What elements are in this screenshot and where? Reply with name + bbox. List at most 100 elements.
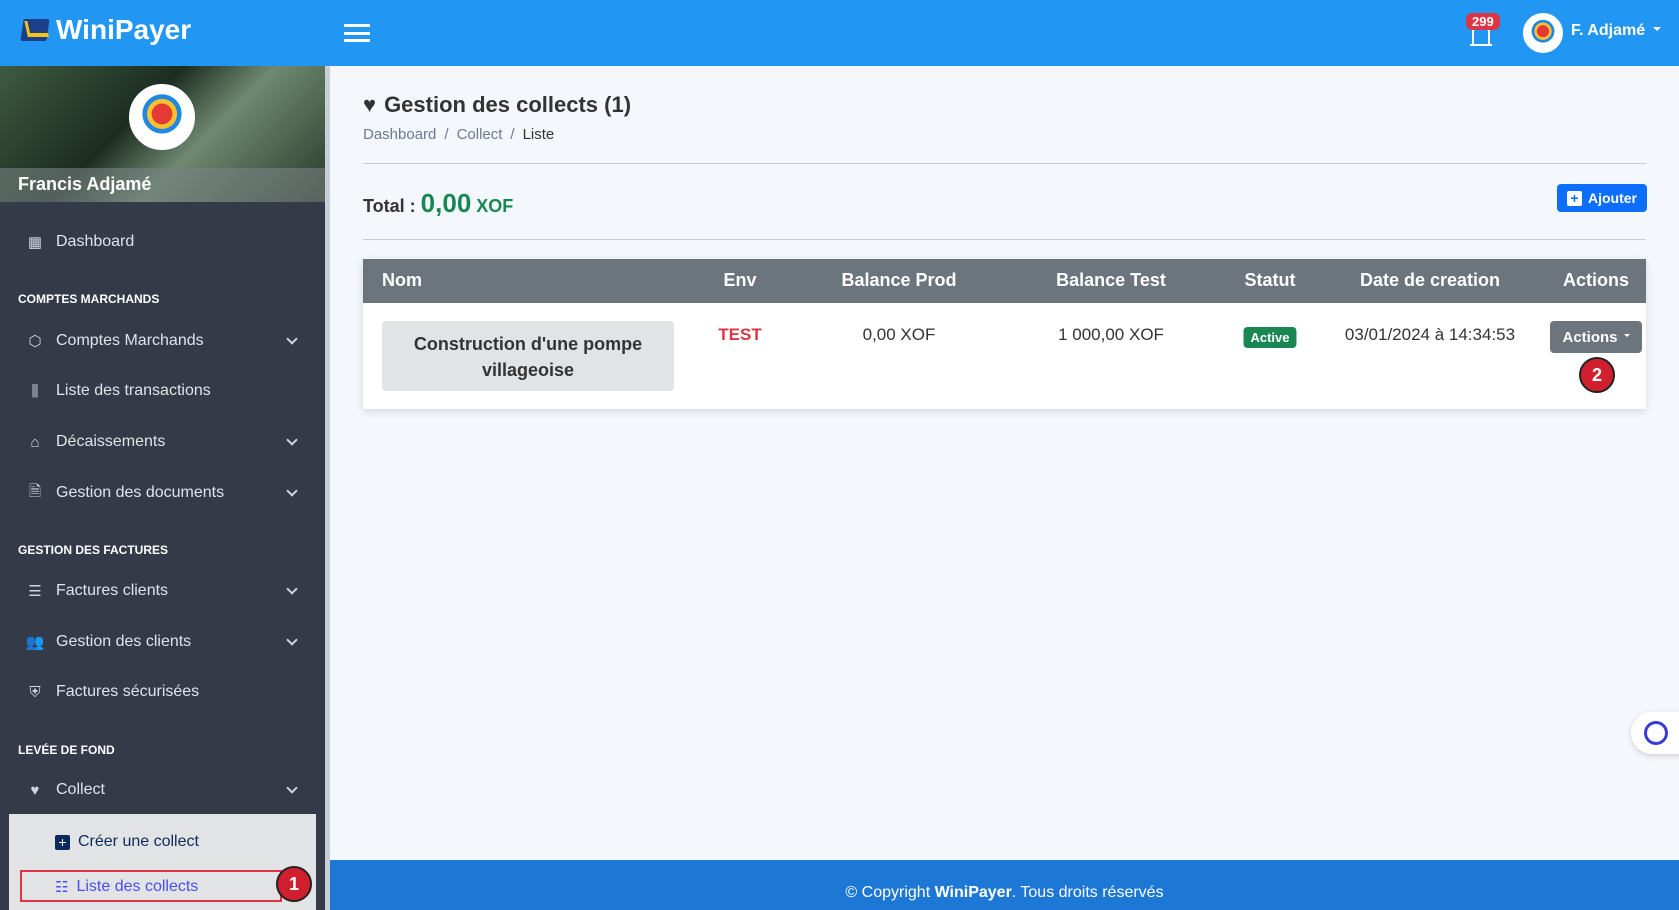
sidebar-item-label: Décaissements xyxy=(56,433,166,450)
shield-icon: ⛨ xyxy=(29,683,41,701)
logo-icon xyxy=(20,19,50,41)
add-button[interactable]: + Ajouter xyxy=(1557,184,1647,212)
plus-square-icon: + xyxy=(55,834,70,850)
collects-table: Nom Env Balance Prod Balance Test Statut… xyxy=(363,259,1646,409)
chevron-down-icon xyxy=(286,782,298,794)
profile-name: Francis Adjamé xyxy=(0,168,325,202)
sidebar-item-label: Factures sécurisées xyxy=(56,683,200,700)
section-title: COMPTES MARCHANDS xyxy=(18,292,160,306)
invoice-icon: ☰ xyxy=(28,583,42,600)
cube-icon: ⬡ xyxy=(28,333,42,350)
breadcrumb: Dashboard / Collect / Liste xyxy=(363,126,554,143)
app-name: WiniPayer xyxy=(56,14,192,45)
sidebar-item-label: Comptes Marchands xyxy=(56,332,204,349)
add-button-label: Ajouter xyxy=(1588,190,1637,206)
user-avatar[interactable] xyxy=(1523,13,1563,53)
chevron-down-icon xyxy=(286,434,298,446)
collect-name[interactable]: Construction d'une pompe villageoise xyxy=(382,321,674,391)
creation-date: 03/01/2024 à 14:34:53 xyxy=(1344,325,1516,344)
footer-brand: WiniPayer xyxy=(934,884,1012,901)
column-header: Date de creation xyxy=(1359,270,1501,290)
breadcrumb-collect[interactable]: Collect xyxy=(457,126,503,143)
chevron-down-icon xyxy=(286,333,298,345)
app-logo[interactable]: WiniPayer xyxy=(20,14,192,46)
section-title: GESTION DES FACTURES xyxy=(18,543,169,557)
sidebar-item-label: Factures clients xyxy=(56,582,169,599)
footer: © Copyright WiniPayer. Tous droits réser… xyxy=(330,860,1679,910)
sidebar-item-comptes-marchands[interactable]: ⬡ Comptes Marchands xyxy=(26,332,298,350)
actions-label: Actions xyxy=(1562,328,1618,346)
sidebar-item-label: Gestion des documents xyxy=(56,484,225,501)
total-amount: 0,00 xyxy=(420,188,472,218)
sidebar: Francis Adjamé ▦ Dashboard COMPTES MARCHA… xyxy=(0,66,325,910)
user-name: F. Adjamé xyxy=(1571,22,1646,39)
column-header: Balance Prod xyxy=(841,270,957,290)
total-label: Total : xyxy=(363,196,416,216)
caret-down-icon xyxy=(1623,334,1630,340)
page-title-text: Gestion des collects (1) xyxy=(384,92,632,117)
status-badge: Active xyxy=(1243,327,1297,348)
grid-icon: ▦ xyxy=(27,234,43,251)
annotation-marker-2: 2 xyxy=(1579,357,1615,393)
column-header: Actions xyxy=(1562,270,1630,290)
sidebar-item-collect[interactable]: ♥ Collect xyxy=(26,781,298,799)
chat-widget[interactable] xyxy=(1631,712,1679,754)
document-icon: 🗎 xyxy=(28,482,42,500)
submenu-label: Créer une collect xyxy=(78,833,199,850)
total-summary: Total : 0,00 XOF xyxy=(363,188,513,219)
table-header: Nom Env Balance Prod Balance Test Statut… xyxy=(363,259,1646,303)
user-menu[interactable]: F. Adjamé xyxy=(1571,22,1662,40)
bell-icon[interactable] xyxy=(1470,28,1492,46)
sidebar-item-dashboard[interactable]: ▦ Dashboard xyxy=(26,233,296,251)
page-title: ♥ Gestion des collects (1) xyxy=(363,92,631,118)
sidebar-item-gestion-clients[interactable]: 👥 Gestion des clients xyxy=(25,633,298,651)
bank-icon: ⌂ xyxy=(30,433,40,451)
profile-avatar xyxy=(129,84,195,150)
menu-toggle-icon[interactable] xyxy=(344,24,370,42)
env-value: TEST xyxy=(718,325,762,344)
breadcrumb-dashboard[interactable]: Dashboard xyxy=(363,126,436,143)
chevron-down-icon xyxy=(286,634,298,646)
chat-bot-icon xyxy=(1644,721,1668,745)
section-title: LEVÉE DE FOND xyxy=(18,743,115,757)
plus-square-icon: + xyxy=(1567,190,1582,206)
submenu-creer-collect[interactable]: + Créer une collect xyxy=(55,833,199,851)
column-header: Nom xyxy=(382,270,422,290)
heartbeat-icon: ♥ xyxy=(30,781,40,799)
main-content: ♥ Gestion des collects (1) Dashboard / Coll… xyxy=(330,66,1679,860)
annotation-marker-1: 1 xyxy=(276,866,312,902)
profile-banner: Francis Adjamé xyxy=(0,66,325,202)
breadcrumb-separator: / xyxy=(510,126,515,143)
sidebar-item-label: Gestion des clients xyxy=(56,633,192,650)
sidebar-item-label: Liste des transactions xyxy=(56,382,211,399)
users-icon: 👥 xyxy=(25,634,45,651)
sidebar-item-label: Dashboard xyxy=(56,233,135,250)
actions-dropdown-button[interactable]: Actions xyxy=(1550,321,1642,353)
heartbeat-icon: ♥ xyxy=(363,92,377,117)
divider xyxy=(363,239,1646,240)
sidebar-item-factures-clients[interactable]: ☰ Factures clients xyxy=(26,582,298,600)
balance-prod: 0,00 XOF xyxy=(862,325,936,344)
notification-badge: 299 xyxy=(1466,13,1500,30)
sidebar-item-decaissements[interactable]: ⌂ Décaissements xyxy=(26,433,298,451)
divider xyxy=(363,163,1646,164)
sidebar-item-label: Collect xyxy=(56,781,105,798)
footer-prefix: © Copyright xyxy=(845,884,935,901)
breadcrumb-current: Liste xyxy=(522,126,555,143)
highlight-box xyxy=(20,870,282,902)
chevron-down-icon xyxy=(286,485,298,497)
balance-test: 1 000,00 XOF xyxy=(1058,325,1164,344)
chevron-down-icon xyxy=(286,583,298,595)
top-navbar: WiniPayer 299 F. Adjamé xyxy=(0,0,1679,66)
sidebar-item-transactions[interactable]: ⫼ Liste des transactions xyxy=(26,382,296,400)
sliders-icon: ⫼ xyxy=(31,382,39,400)
footer-suffix: . Tous droits réservés xyxy=(1011,884,1164,901)
sidebar-item-factures-securisees[interactable]: ⛨ Factures sécurisées xyxy=(26,683,296,701)
column-header: Env xyxy=(723,270,757,290)
caret-down-icon xyxy=(1653,26,1662,35)
total-currency: XOF xyxy=(476,196,514,216)
column-header: Balance Test xyxy=(1056,270,1166,290)
column-header: Statut xyxy=(1244,270,1296,290)
breadcrumb-separator: / xyxy=(444,126,449,143)
sidebar-item-documents[interactable]: 🗎 Gestion des documents xyxy=(26,482,298,502)
